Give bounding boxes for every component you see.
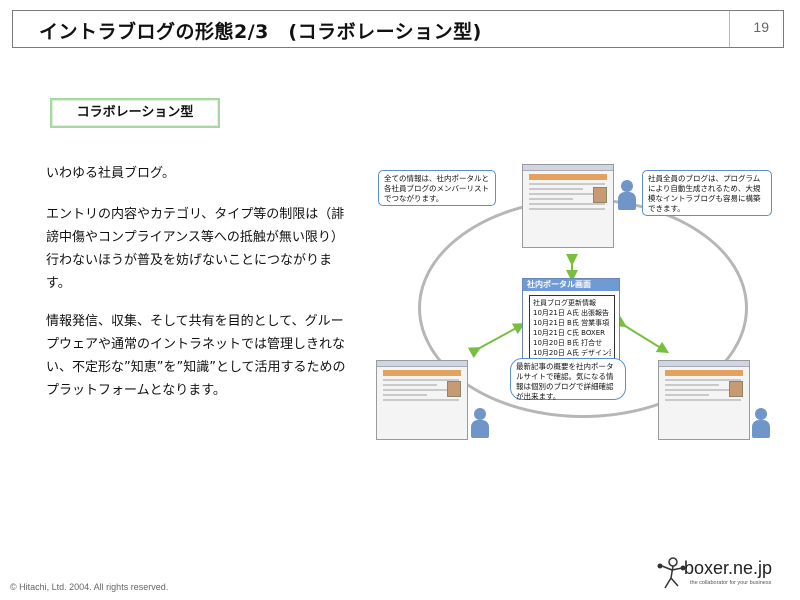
portal-item: 社員ブログ更新情報 bbox=[533, 299, 596, 307]
logo-tagline: the collaborator for your business bbox=[690, 580, 772, 586]
portal-item: 10月21日 C氏 BOXER bbox=[533, 329, 605, 337]
section-tag: コラボレーション型 bbox=[50, 98, 220, 128]
collaboration-diagram: 全ての情報は、社内ポータルと各社員ブログのメンバーリストでつながります。 社員全… bbox=[374, 162, 790, 442]
blog-window-right bbox=[658, 360, 750, 440]
portal-window: 社内ポータル画面 社員ブログ更新情報 10月21日 A氏 出張報告 10月21日… bbox=[522, 278, 620, 368]
page-number: 19 bbox=[753, 19, 769, 35]
portal-item: 10月20日 A氏 デザイン案 bbox=[533, 349, 611, 357]
body-paragraph-2: エントリの内容やカテゴリ、タイプ等の制限は（誹謗中傷やコンプライアンス等への抵触… bbox=[46, 207, 345, 291]
page-number-box: 19 bbox=[729, 11, 783, 47]
blog-window-left bbox=[376, 360, 468, 440]
callout-top-right: 社員全員のブログは、プログラムにより自動生成されるため、大規模なイントラブログも… bbox=[642, 170, 772, 216]
person-icon bbox=[618, 180, 636, 210]
arrow-right-portal bbox=[613, 315, 670, 354]
boxer-logo: boxer.ne.jp the collaborator for your bu… bbox=[654, 554, 784, 594]
blog-photo-icon bbox=[447, 381, 461, 397]
logo-figure-icon bbox=[657, 557, 686, 589]
logo-text: boxer.ne.jp bbox=[684, 558, 773, 578]
blog-photo-icon bbox=[593, 187, 607, 203]
callout-middle: 最新記事の概要を社内ポータルサイトで確認。気になる情報は個別のブログで詳細確認が… bbox=[510, 358, 626, 401]
blog-window-top bbox=[522, 164, 614, 248]
title-bar: イントラブログの形態2/3 (コラボレーション型) 19 bbox=[12, 10, 784, 48]
copyright: © Hitachi, Ltd. 2004. All rights reserve… bbox=[10, 582, 169, 592]
callout-top-left: 全ての情報は、社内ポータルと各社員ブログのメンバーリストでつながります。 bbox=[378, 170, 496, 206]
person-icon bbox=[471, 408, 489, 438]
blog-photo-icon bbox=[729, 381, 743, 397]
portal-item: 10月21日 A氏 出張報告 bbox=[533, 309, 610, 317]
person-icon bbox=[752, 408, 770, 438]
slide-title: イントラブログの形態2/3 (コラボレーション型) bbox=[39, 21, 482, 43]
arrow-left-portal bbox=[467, 323, 526, 359]
portal-item: 10月21日 B氏 営業事項 bbox=[533, 319, 610, 327]
portal-list: 社員ブログ更新情報 10月21日 A氏 出張報告 10月21日 B氏 営業事項 … bbox=[529, 295, 615, 363]
portal-title: 社内ポータル画面 bbox=[523, 279, 619, 291]
body-paragraph-3: 情報発信、収集、そして共有を目的として、グループウェアや通常のイントラネットでは… bbox=[46, 314, 346, 398]
body-paragraph-1: いわゆる社員ブログ。 bbox=[46, 166, 175, 181]
portal-item: 10月20日 B氏 打合せ bbox=[533, 339, 603, 347]
